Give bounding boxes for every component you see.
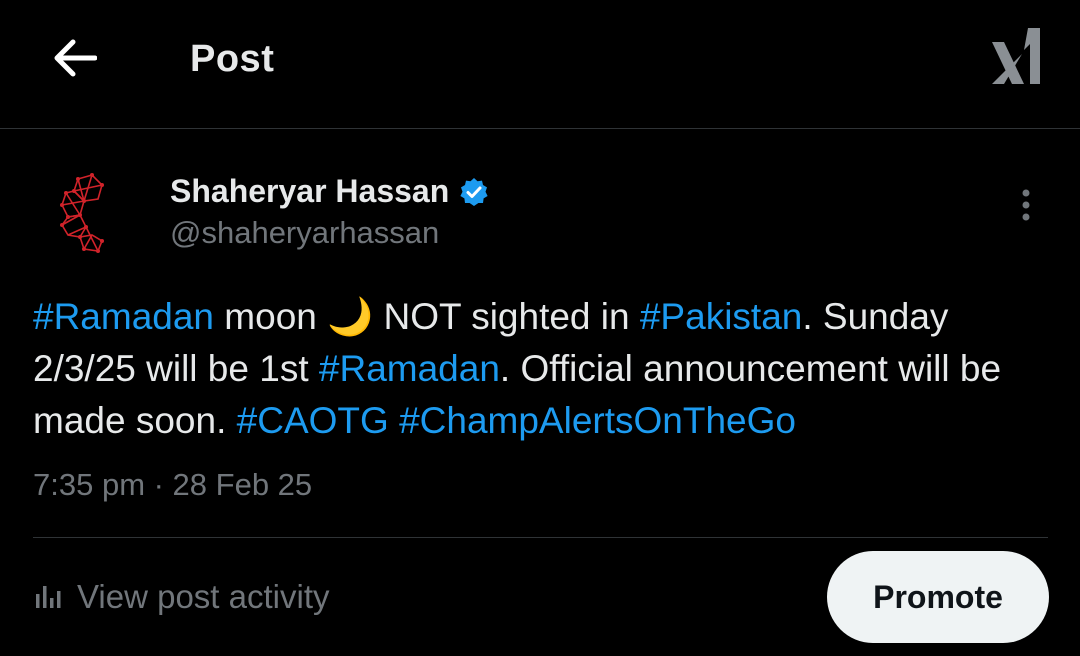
x-logo-icon [992,28,1040,84]
caotg-logo-icon [60,173,104,253]
post-timestamp[interactable]: 7:35 pm · 28 Feb 25 [33,467,312,503]
hashtag-link[interactable]: #ChampAlertsOnTheGo [399,400,796,441]
author-handle[interactable]: @shaheryarhassan [170,215,439,251]
page-title: Post [190,38,275,80]
author-name[interactable]: Shaheryar Hassan [170,173,449,210]
activity-label: View post activity [77,578,330,615]
hashtag-link[interactable]: #Pakistan [640,296,803,337]
top-bar: Post [0,0,1080,129]
more-vertical-icon [1022,189,1030,221]
post-text-segment [389,400,399,441]
post-text-segment: moon 🌙 NOT sighted in [214,296,640,337]
hashtag-link[interactable]: #CAOTG [237,400,389,441]
more-options-button[interactable] [1006,185,1046,225]
avatar[interactable] [40,171,134,265]
bar-chart-icon [36,586,61,608]
promote-button[interactable]: Promote [827,551,1049,643]
arrow-left-icon [54,39,97,77]
hashtag-link[interactable]: #Ramadan [319,348,500,389]
verified-badge-icon [460,177,488,206]
post-text: #Ramadan moon 🌙 NOT sighted in #Pakistan… [33,291,1053,447]
hashtag-link[interactable]: #Ramadan [33,296,214,337]
view-post-activity-link[interactable]: View post activity [33,578,330,616]
author-name-row[interactable]: Shaheryar Hassan [170,173,489,210]
back-button[interactable] [44,28,104,88]
divider [33,537,1048,538]
